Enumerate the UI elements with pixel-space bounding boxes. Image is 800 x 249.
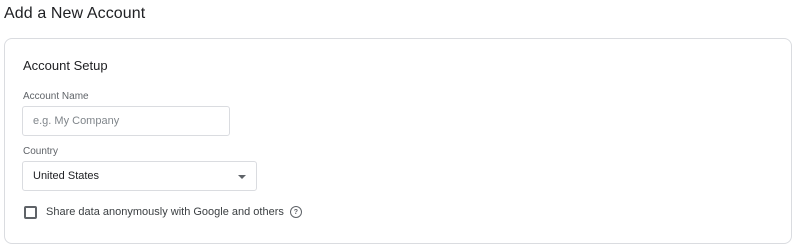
country-selected-value: United States — [33, 170, 100, 182]
dropdown-arrow-icon — [238, 175, 246, 179]
help-circle-icon[interactable]: ? — [289, 206, 302, 218]
country-select[interactable]: United States — [22, 161, 257, 191]
account-name-input[interactable] — [22, 106, 230, 136]
account-setup-card: Account Setup Account Name Country Unite… — [4, 38, 792, 244]
card-title: Account Setup — [23, 58, 108, 73]
account-name-label: Account Name — [23, 91, 89, 102]
share-data-label[interactable]: Share data anonymously with Google and o… — [46, 206, 284, 218]
country-label: Country — [23, 146, 59, 157]
share-data-row: Share data anonymously with Google and o… — [24, 204, 302, 220]
share-data-checkbox[interactable] — [24, 205, 37, 219]
page-title: Add a New Account — [4, 5, 146, 22]
